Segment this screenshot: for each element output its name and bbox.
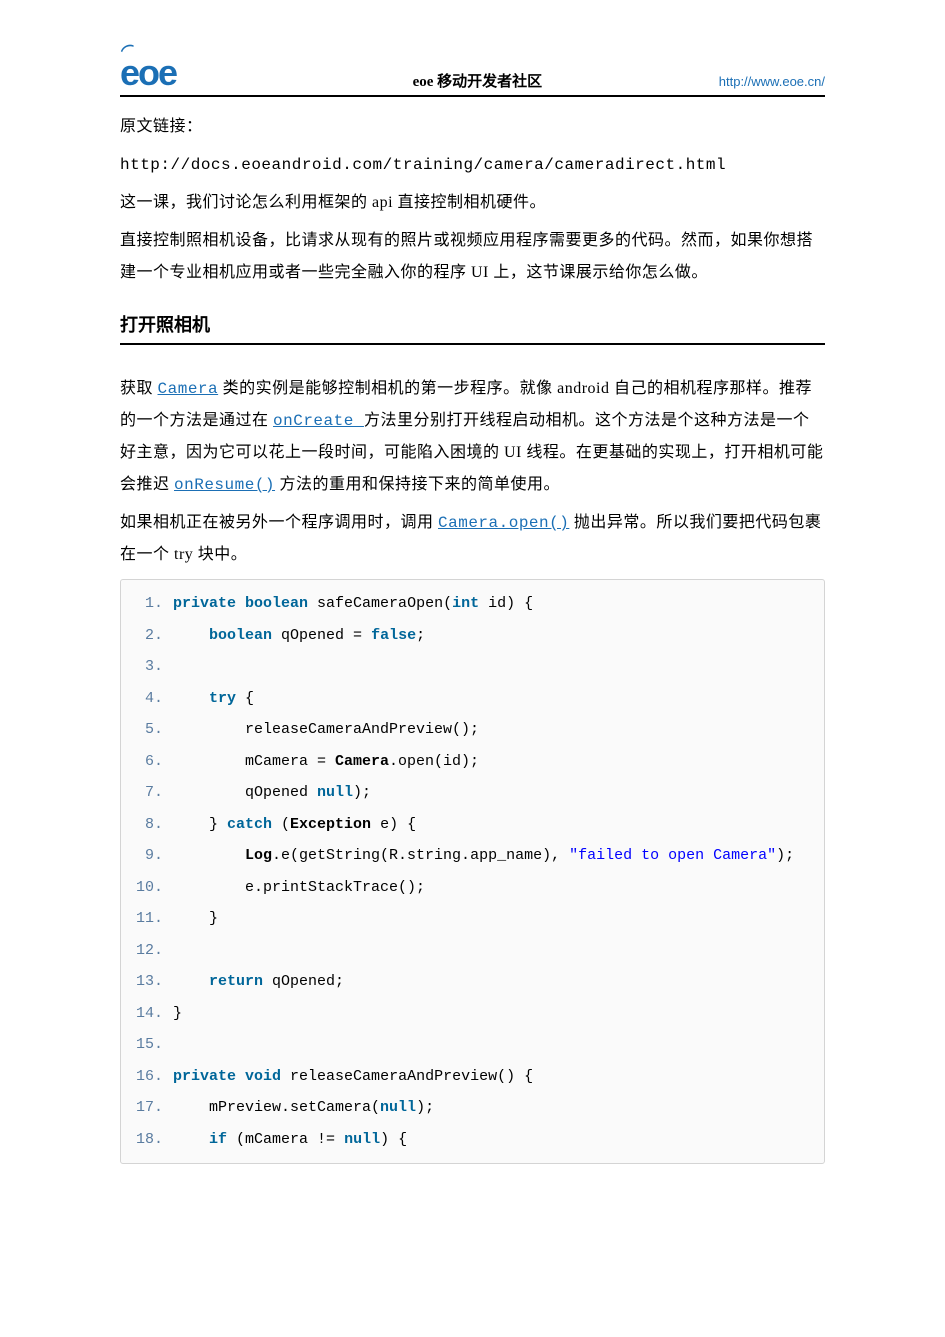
code-line: 16.private void releaseCameraAndPreview(… — [121, 1061, 824, 1093]
code-content: e.printStackTrace(); — [173, 872, 425, 904]
line-number: 6. — [121, 746, 173, 778]
code-line: 11. } — [121, 903, 824, 935]
section-heading: 打开照相机 — [120, 311, 825, 337]
code-content: mCamera = Camera.open(id); — [173, 746, 479, 778]
code-line: 9. Log.e(getString(R.string.app_name), "… — [121, 840, 824, 872]
line-number: 12. — [121, 935, 173, 967]
line-number: 1. — [121, 588, 173, 620]
original-link-label: 原文链接： — [120, 111, 825, 143]
code-line: 2. boolean qOpened = false; — [121, 620, 824, 652]
code-content: } — [173, 998, 182, 1030]
code-content: return qOpened; — [173, 966, 344, 998]
intro-paragraph-2: 直接控制照相机设备，比请求从现有的照片或视频应用程序需要更多的代码。然而，如果你… — [120, 225, 825, 289]
code-content: mPreview.setCamera(null); — [173, 1092, 434, 1124]
original-link-url: http://docs.eoeandroid.com/training/came… — [120, 149, 825, 181]
code-content: } catch (Exception e) { — [173, 809, 416, 841]
intro-paragraph-1: 这一课，我们讨论怎么利用框架的 api 直接控制相机硬件。 — [120, 187, 825, 219]
line-number: 13. — [121, 966, 173, 998]
text-seg: 方法的重用和保持接下来的简单使用。 — [280, 476, 561, 493]
code-content: private void releaseCameraAndPreview() { — [173, 1061, 533, 1093]
code-line: 1.private boolean safeCameraOpen(int id)… — [121, 588, 824, 620]
code-line: 10. e.printStackTrace(); — [121, 872, 824, 904]
code-line: 13. return qOpened; — [121, 966, 824, 998]
code-content — [173, 651, 191, 683]
body-text: 原文链接： http://docs.eoeandroid.com/trainin… — [120, 111, 825, 571]
line-number: 8. — [121, 809, 173, 841]
code-line: 8. } catch (Exception e) { — [121, 809, 824, 841]
code-content: try { — [173, 683, 254, 715]
header-title: eoe 移动开发者社区 — [176, 70, 719, 91]
document-page: ⌒ eoe eoe 移动开发者社区 http://www.eoe.cn/ 原文链… — [0, 0, 945, 1194]
onresume-link[interactable]: onResume() — [174, 476, 275, 494]
code-line: 12. — [121, 935, 824, 967]
line-number: 11. — [121, 903, 173, 935]
oncreate-link[interactable]: onCreate — [273, 412, 364, 430]
line-number: 2. — [121, 620, 173, 652]
code-line: 4. try { — [121, 683, 824, 715]
line-number: 15. — [121, 1029, 173, 1061]
code-content: boolean qOpened = false; — [173, 620, 425, 652]
code-content: } — [173, 903, 218, 935]
code-line: 5. releaseCameraAndPreview(); — [121, 714, 824, 746]
page-header: ⌒ eoe eoe 移动开发者社区 http://www.eoe.cn/ — [120, 55, 825, 97]
line-number: 14. — [121, 998, 173, 1030]
code-line: 17. mPreview.setCamera(null); — [121, 1092, 824, 1124]
code-content: qOpened null); — [173, 777, 371, 809]
line-number: 7. — [121, 777, 173, 809]
text-seg: 获取 — [120, 380, 158, 397]
code-block: 1.private boolean safeCameraOpen(int id)… — [120, 579, 825, 1164]
code-content: private boolean safeCameraOpen(int id) { — [173, 588, 533, 620]
code-line: 7. qOpened null); — [121, 777, 824, 809]
line-number: 18. — [121, 1124, 173, 1156]
code-line: 6. mCamera = Camera.open(id); — [121, 746, 824, 778]
code-line: 15. — [121, 1029, 824, 1061]
line-number: 3. — [121, 651, 173, 683]
line-number: 17. — [121, 1092, 173, 1124]
line-number: 10. — [121, 872, 173, 904]
text-seg: 如果相机正在被另外一个程序调用时，调用 — [120, 514, 438, 531]
line-number: 5. — [121, 714, 173, 746]
camera-link[interactable]: Camera — [158, 380, 219, 398]
line-number: 4. — [121, 683, 173, 715]
camera-open-link[interactable]: Camera.open() — [438, 514, 569, 532]
code-content: releaseCameraAndPreview(); — [173, 714, 479, 746]
header-url-wrap: http://www.eoe.cn/ — [719, 73, 825, 91]
code-line: 3. — [121, 651, 824, 683]
line-number: 9. — [121, 840, 173, 872]
divider — [120, 343, 825, 345]
code-line: 18. if (mCamera != null) { — [121, 1124, 824, 1156]
code-line: 14.} — [121, 998, 824, 1030]
logo: ⌒ eoe — [120, 55, 176, 91]
code-content: if (mCamera != null) { — [173, 1124, 407, 1156]
code-content: Log.e(getString(R.string.app_name), "fai… — [173, 840, 794, 872]
main-paragraph-2: 如果相机正在被另外一个程序调用时，调用 Camera.open() 抛出异常。所… — [120, 507, 825, 571]
header-url-link[interactable]: http://www.eoe.cn/ — [719, 74, 825, 89]
main-paragraph-1: 获取 Camera 类的实例是能够控制相机的第一步程序。就像 android 自… — [120, 373, 825, 501]
line-number: 16. — [121, 1061, 173, 1093]
